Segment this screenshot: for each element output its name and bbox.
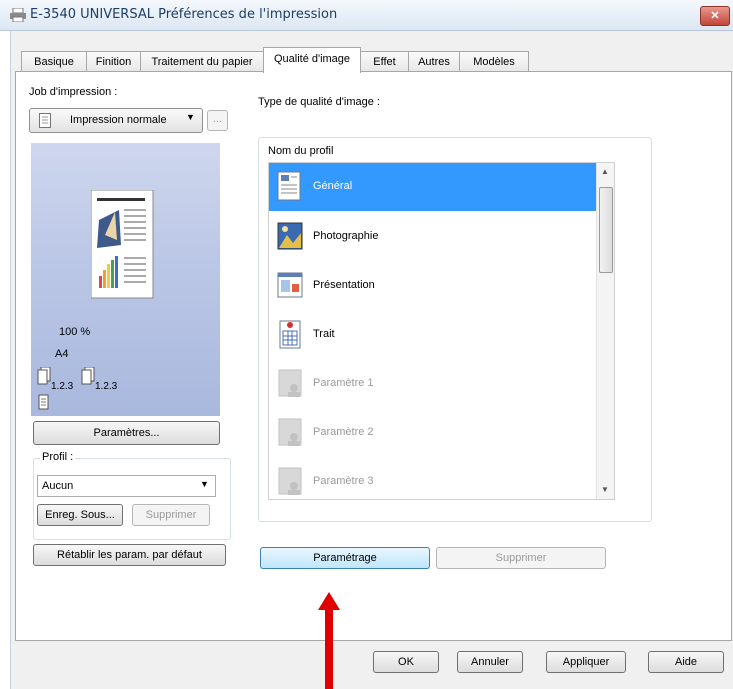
list-item-presentation[interactable]: Présentation [269,262,596,310]
page-preview-icon [91,190,154,299]
delete-profile-button[interactable]: Supprimer [132,504,210,526]
photo-profile-icon [277,222,303,250]
list-item-label: Paramètre 2 [313,426,374,438]
presentation-profile-icon [277,272,303,298]
stack-pages-icon [81,367,95,385]
chevron-down-icon: ▼ [186,112,195,122]
list-item-label: Paramètre 3 [313,475,374,487]
chevron-down-icon: ▼ [200,479,209,489]
profile-group-label: Profil : [40,451,76,463]
zoom-level: 100 % [59,326,91,338]
cancel-button[interactable]: Annuler [457,651,523,673]
delete-setup-button[interactable]: Supprimer [436,547,606,569]
scroll-thumb[interactable] [599,187,613,273]
parameters-button[interactable]: Paramètres... [33,421,220,445]
print-preview: 100 % A4 1.2.3 1.2.3 [31,143,220,416]
profile-list[interactable]: Général Photographie Présentation Trait [268,162,615,500]
quality-type-label: Type de qualité d'image : [258,96,380,108]
paper-size: A4 [55,348,69,360]
list-item-parametre-1[interactable]: Paramètre 1 [269,360,596,408]
tab-finition[interactable]: Finition [86,51,141,72]
close-button[interactable]: ✕ [700,6,730,26]
line-profile-icon [279,320,301,349]
user-profile-icon [278,418,302,446]
list-item-trait[interactable]: Trait [269,311,596,359]
printer-icon [10,8,26,22]
ok-button[interactable]: OK [373,651,439,673]
job-select[interactable]: Impression normale ▼ [29,108,203,133]
list-item-general[interactable]: Général [269,163,596,211]
tab-basique[interactable]: Basique [21,51,87,72]
list-item-label: Paramètre 1 [313,377,374,389]
annotation-arrow-icon [318,592,340,689]
list-item-label: Photographie [313,230,379,242]
list-item-parametre-2[interactable]: Paramètre 2 [269,409,596,457]
help-button[interactable]: Aide [648,651,724,673]
collate-order-2: 1.2.3 [95,381,118,392]
restore-defaults-button[interactable]: Rétablir les param. par défaut [33,544,226,566]
list-item-parametre-3[interactable]: Paramètre 3 [269,458,596,499]
job-label: Job d'impression : [29,86,118,98]
tab-effet[interactable]: Effet [360,51,409,72]
save-as-button[interactable]: Enreg. Sous... [37,504,123,526]
list-item-label: Trait [313,328,335,340]
apply-button[interactable]: Appliquer [546,651,626,673]
profile-list-scrollbar[interactable]: ▲ ▼ [596,163,614,499]
window-title: E-3540 UNIVERSAL Préférences de l'impres… [30,7,338,22]
user-profile-icon [278,369,302,397]
profile-groupbox [33,458,231,540]
list-item-label: Général [313,180,353,192]
setup-button[interactable]: Paramétrage [260,547,430,569]
list-item-photographie[interactable]: Photographie [269,213,596,261]
scroll-down-icon[interactable]: ▼ [601,485,609,494]
tab-autres[interactable]: Autres [408,51,460,72]
collate-order-1: 1.2.3 [51,381,74,392]
profile-list-header: Nom du profil [268,145,334,157]
user-profile-icon [278,467,302,495]
profile-select[interactable]: Aucun ▼ [37,475,216,497]
scroll-up-icon[interactable]: ▲ [601,167,609,176]
document-icon [39,113,51,128]
general-profile-icon [277,171,301,201]
list-item-label: Présentation [313,279,375,291]
tab-traitement-papier[interactable]: Traitement du papier [140,51,264,72]
tab-modeles[interactable]: Modèles [459,51,529,72]
job-more-button[interactable]: ... [207,110,228,131]
tab-qualite-image[interactable]: Qualité d'image [263,47,361,73]
collate-pages-icon [37,367,51,410]
job-select-value: Impression normale [70,114,167,126]
profile-select-value: Aucun [42,480,74,492]
title-bar: E-3540 UNIVERSAL Préférences de l'impres… [0,0,733,31]
